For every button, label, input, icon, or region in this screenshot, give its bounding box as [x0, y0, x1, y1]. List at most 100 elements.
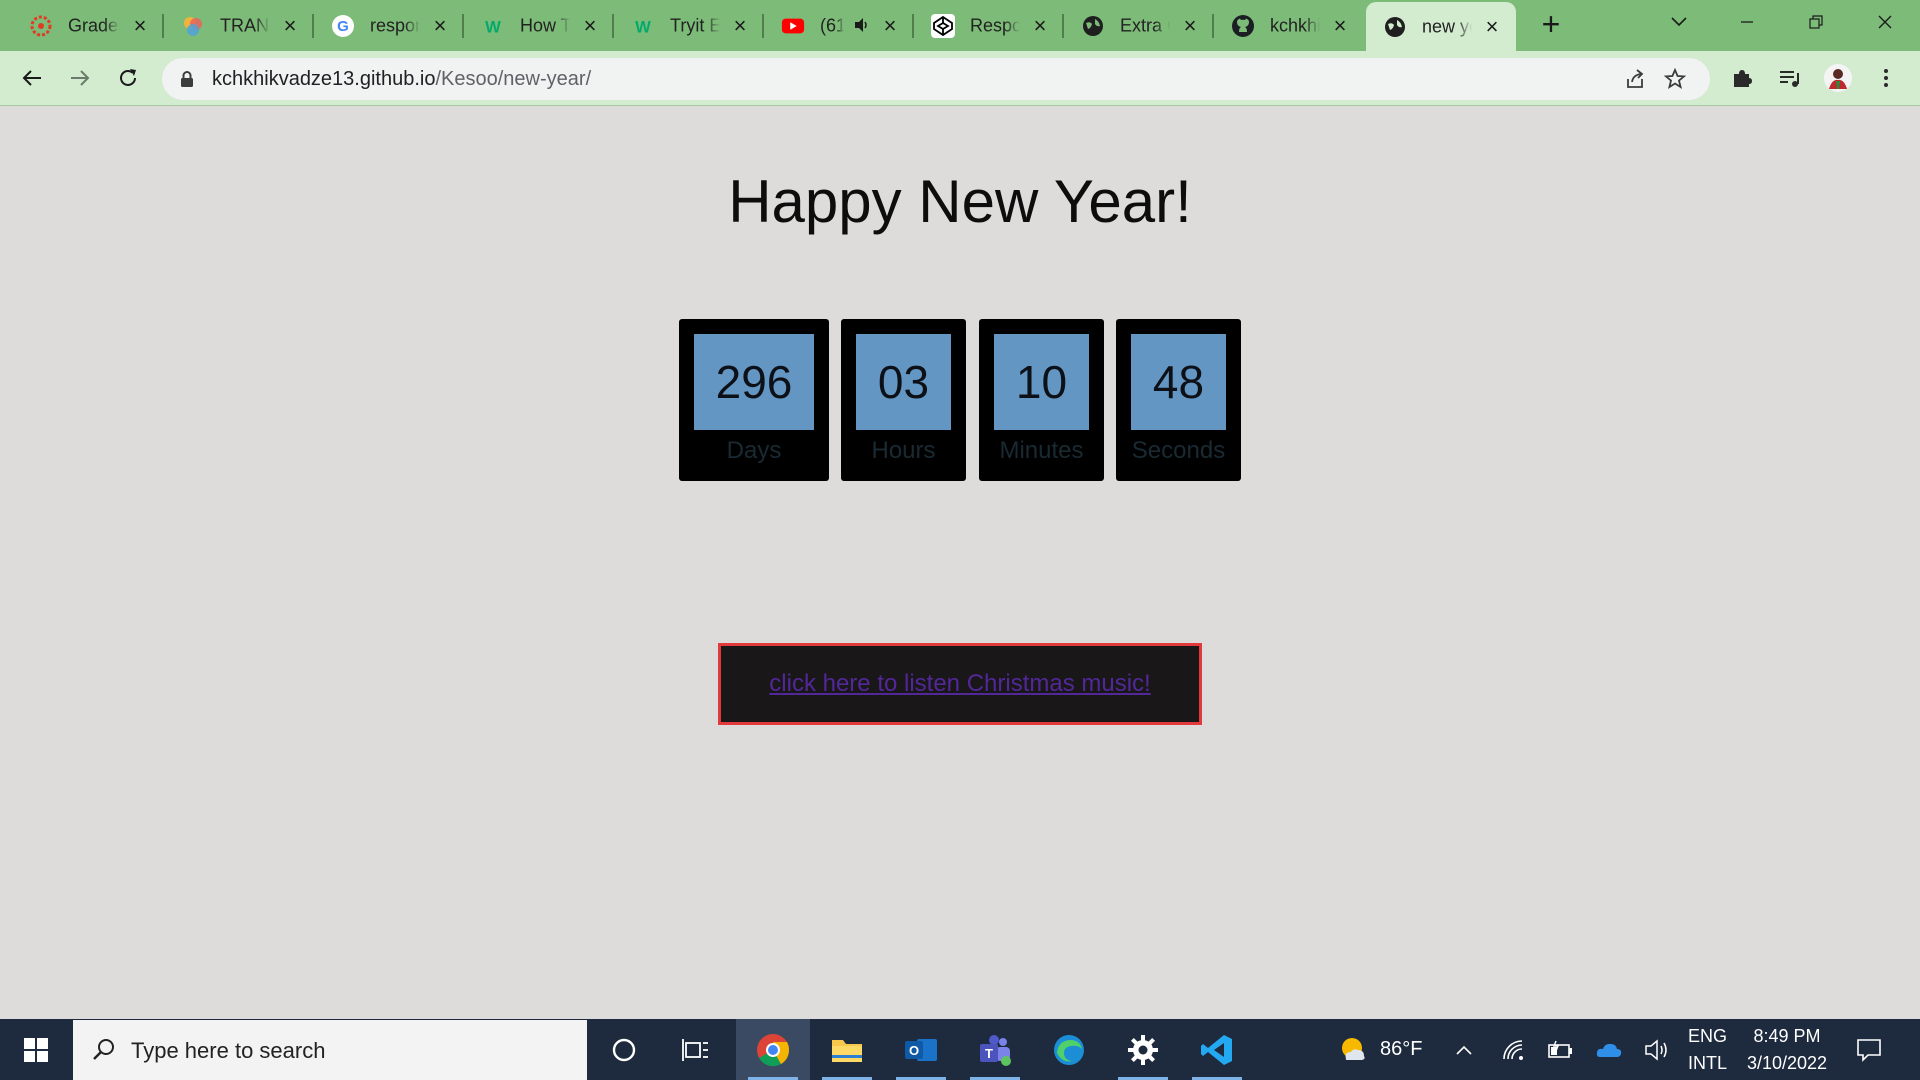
tab-how-to[interactable]: W How To ×	[464, 0, 614, 51]
close-tab-icon[interactable]: ×	[280, 14, 300, 36]
tab-tryit-editor[interactable]: W Tryit Ed ×	[614, 0, 764, 51]
tab-codepen[interactable]: Respon ×	[914, 0, 1064, 51]
folder-icon	[832, 1039, 862, 1062]
cortana-button[interactable]	[587, 1019, 661, 1080]
media-queue-icon	[1780, 71, 1799, 87]
close-tab-icon[interactable]: ×	[1330, 14, 1350, 36]
minutes-label: Minutes	[999, 437, 1084, 464]
svg-text:O: O	[909, 1043, 919, 1058]
tab-title: Extra C	[1120, 15, 1170, 35]
page-title: Happy New Year!	[728, 168, 1192, 235]
url-path: /Kesoo/new-year/	[435, 68, 592, 90]
audio-playing-icon[interactable]	[854, 17, 870, 38]
tab-grades[interactable]: Grades ×	[12, 0, 164, 51]
codepen-icon	[931, 13, 955, 38]
close-tab-icon[interactable]: ×	[1482, 15, 1502, 37]
clock[interactable]: 8:49 PM 3/10/2022	[1740, 1019, 1834, 1080]
battery-status[interactable]	[1548, 1019, 1574, 1080]
volume-control[interactable]	[1644, 1019, 1670, 1080]
wifi-icon	[1503, 1039, 1523, 1060]
cloud-icon	[1596, 1043, 1622, 1057]
tab-search-button[interactable]	[1656, 4, 1702, 40]
christmas-music-link[interactable]: click here to listen Christmas music!	[769, 670, 1150, 698]
canvas-icon	[29, 14, 53, 38]
reload-icon	[120, 69, 136, 86]
close-tab-icon[interactable]: ×	[430, 14, 450, 36]
puzzle-icon	[1734, 70, 1752, 87]
days-label: Days	[726, 437, 782, 464]
weather-sun-cloud-icon	[1342, 1037, 1365, 1060]
new-tab-button[interactable]: +	[1535, 8, 1567, 41]
bookmark-star-icon[interactable]	[1662, 66, 1688, 92]
tab-new-year[interactable]: new ye ×	[1366, 2, 1516, 51]
chrome-menu-button[interactable]	[1868, 60, 1904, 96]
media-control-button[interactable]	[1772, 60, 1808, 96]
tab-title: TRANS	[220, 15, 270, 35]
tab-title: Tryit Ed	[670, 15, 720, 35]
cortana-circle-icon	[612, 1038, 636, 1061]
close-tab-icon[interactable]: ×	[1180, 14, 1200, 36]
share-icon[interactable]	[1622, 66, 1648, 92]
search-placeholder: Type here to search	[131, 1038, 326, 1063]
back-button[interactable]	[14, 60, 50, 96]
edge-icon	[1054, 1034, 1084, 1065]
taskbar-edge[interactable]	[1032, 1019, 1106, 1080]
taskbar-vscode[interactable]	[1180, 1019, 1254, 1080]
address-bar[interactable]: kchkhikvadze13.github.io/Kesoo/new-year/	[162, 58, 1710, 100]
weather-temp: 86°F	[1380, 1038, 1423, 1060]
taskbar-teams[interactable]: T	[958, 1019, 1032, 1080]
tab-respon[interactable]: G respon ×	[314, 0, 464, 51]
hours-value: 03	[856, 334, 951, 430]
tab-github[interactable]: kchkhik ×	[1214, 0, 1364, 51]
taskbar-chrome[interactable]	[736, 1019, 810, 1080]
show-hidden-icons-button[interactable]	[1455, 1019, 1473, 1080]
taskbar-file-explorer[interactable]	[810, 1019, 884, 1080]
svg-text:G: G	[337, 18, 349, 35]
back-arrow-icon	[22, 70, 41, 86]
url-text[interactable]: kchkhikvadze13.github.io/Kesoo/new-year/	[212, 68, 591, 91]
globe-icon	[1383, 15, 1407, 39]
days-value: 296	[694, 334, 814, 430]
chevron-up-icon	[1456, 1045, 1472, 1055]
profile-avatar[interactable]	[1820, 60, 1856, 96]
taskbar-settings[interactable]	[1106, 1019, 1180, 1080]
close-window-button[interactable]	[1862, 4, 1908, 40]
tab-strip: Grades × TRANS × G respon × W How To × W…	[0, 0, 1920, 51]
close-tab-icon[interactable]: ×	[1030, 14, 1050, 36]
close-tab-icon[interactable]: ×	[130, 14, 150, 36]
extensions-button[interactable]	[1724, 60, 1760, 96]
w-logo-icon: W	[631, 14, 655, 38]
taskbar-outlook[interactable]: O	[884, 1019, 958, 1080]
minimize-button[interactable]	[1724, 4, 1770, 40]
colorful-logo-icon	[181, 14, 205, 38]
task-view-button[interactable]	[658, 1019, 732, 1080]
close-tab-icon[interactable]: ×	[730, 14, 750, 36]
close-tab-icon[interactable]: ×	[580, 14, 600, 36]
svg-text:W: W	[485, 17, 501, 36]
tab-title: Grades	[68, 15, 120, 35]
lock-icon[interactable]	[180, 70, 194, 93]
chevron-down-icon	[1671, 17, 1687, 27]
clock-date: 3/10/2022	[1746, 1052, 1828, 1073]
tab-extra-credit[interactable]: Extra C ×	[1064, 0, 1214, 51]
minutes-value: 10	[994, 334, 1089, 430]
countdown-days: 296 Days	[679, 319, 829, 481]
close-tab-icon[interactable]: ×	[880, 14, 900, 36]
tab-youtube[interactable]: (61 ×	[764, 0, 914, 51]
forward-button[interactable]	[62, 60, 98, 96]
notification-center-button[interactable]	[1856, 1019, 1882, 1080]
speaker-icon	[1645, 1038, 1667, 1061]
teams-icon: T	[980, 1034, 1011, 1066]
tab-trans[interactable]: TRANS ×	[164, 0, 314, 51]
avatar-icon	[1824, 64, 1852, 92]
taskbar-search-box[interactable]: Type here to search	[73, 1020, 587, 1080]
onedrive-status[interactable]	[1596, 1019, 1622, 1080]
network-status[interactable]	[1502, 1019, 1526, 1080]
language-indicator[interactable]: ENG INTL	[1688, 1019, 1727, 1080]
tab-title: kchkhik	[1270, 15, 1320, 35]
restore-button[interactable]	[1793, 4, 1839, 40]
start-button[interactable]	[0, 1019, 72, 1080]
weather-widget[interactable]: 86°F	[1338, 1019, 1422, 1080]
tab-title: How To	[520, 15, 570, 35]
reload-button[interactable]	[110, 60, 146, 96]
